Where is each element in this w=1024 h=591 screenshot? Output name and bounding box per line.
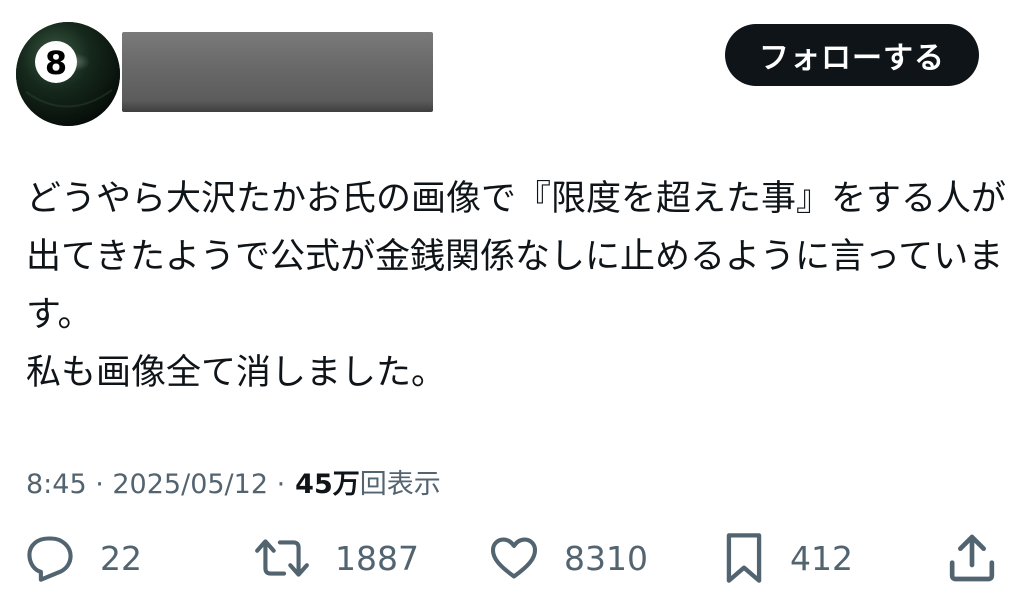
retweet-count: 1887 bbox=[335, 538, 419, 578]
redacted-display-name bbox=[122, 32, 433, 112]
bookmark-icon bbox=[726, 533, 762, 583]
action-bar: 22 1887 8310 412 bbox=[0, 528, 1024, 588]
share-upload-icon bbox=[949, 534, 995, 582]
like-button[interactable]: 8310 bbox=[488, 528, 648, 588]
views-label: 回表示 bbox=[359, 469, 441, 500]
reply-count: 22 bbox=[100, 538, 142, 578]
tweet-card: 8 フォローする どうやら大沢たかお氏の画像で『限度を超えた事』をする人が 出て… bbox=[0, 0, 1024, 591]
tweet-text-line: す。 bbox=[26, 295, 93, 335]
tweet-text-line: 私も画像全て消しました。 bbox=[26, 353, 447, 393]
follow-button[interactable]: フォローする bbox=[725, 24, 979, 86]
bookmark-button[interactable]: 412 bbox=[722, 528, 853, 588]
bookmark-count: 412 bbox=[790, 538, 853, 578]
tweet-text-line: どうやら大沢たかお氏の画像で『限度を超えた事』をする人が bbox=[26, 179, 1007, 219]
heart-icon bbox=[490, 537, 538, 579]
timestamp[interactable]: 8:45 · 2025/05/12 · bbox=[26, 469, 285, 500]
speech-bubble-icon bbox=[27, 536, 73, 582]
tweet-text-line: 出てきたようで公式が金銭関係なしに止めるように言っていま bbox=[26, 237, 1004, 277]
tweet-meta: 8:45 · 2025/05/12 · 45万 回表示 bbox=[26, 462, 441, 501]
avatar[interactable]: 8 bbox=[16, 22, 120, 126]
reply-button[interactable]: 22 bbox=[24, 528, 142, 588]
eight-ball-icon: 8 bbox=[16, 22, 120, 126]
retweet-button[interactable]: 1887 bbox=[253, 528, 419, 588]
svg-text:8: 8 bbox=[45, 44, 67, 82]
like-count: 8310 bbox=[564, 538, 648, 578]
retweet-arrows-icon bbox=[255, 539, 309, 577]
tweet-text: どうやら大沢たかお氏の画像で『限度を超えた事』をする人が 出てきたようで公式が金… bbox=[26, 170, 1007, 402]
views-count: 45万 bbox=[295, 469, 360, 500]
share-button[interactable] bbox=[944, 528, 1000, 588]
